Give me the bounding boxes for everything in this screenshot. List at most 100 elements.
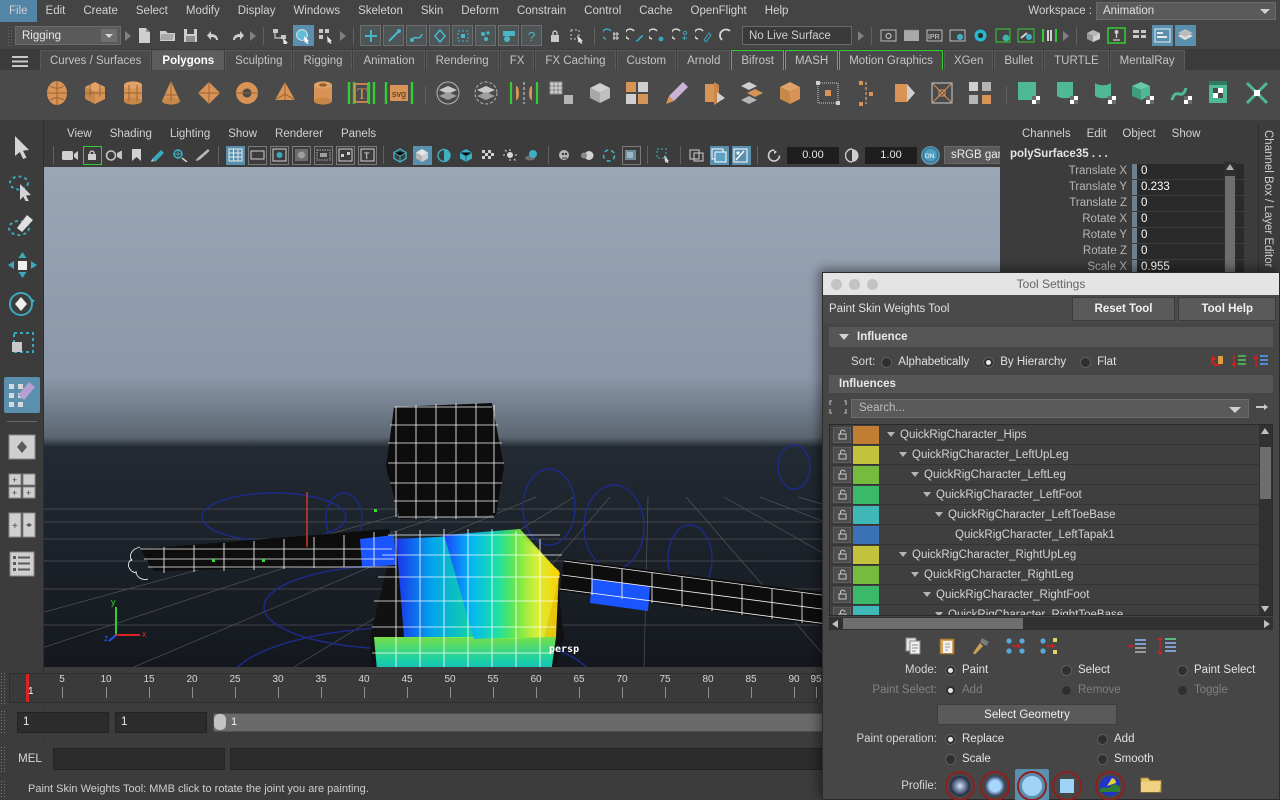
xray-active-components-icon[interactable] bbox=[731, 145, 751, 165]
snap-to-curve-icon[interactable] bbox=[624, 25, 645, 46]
shelf-tab-motion-graphics[interactable]: Motion Graphics bbox=[839, 50, 943, 70]
bookmark-icon[interactable] bbox=[127, 146, 146, 165]
profile-gaussian-icon[interactable] bbox=[945, 771, 975, 800]
shelf-menu-icon[interactable] bbox=[12, 55, 28, 71]
outliner-icon[interactable] bbox=[1083, 25, 1104, 46]
expand-arrow-icon[interactable] bbox=[899, 552, 907, 557]
sort-option-alphabetically[interactable]: Alphabetically bbox=[881, 356, 969, 368]
screen-space-ao-icon[interactable] bbox=[556, 146, 575, 165]
paste-weights-icon[interactable] bbox=[938, 637, 957, 658]
influence-row[interactable]: QuickRigCharacter_RightLeg bbox=[830, 565, 1259, 585]
film-gate-display-icon[interactable] bbox=[313, 145, 333, 165]
menu-deform[interactable]: Deform bbox=[452, 0, 508, 22]
poly-separate-icon[interactable] bbox=[471, 78, 505, 112]
poly-append-icon[interactable] bbox=[813, 78, 847, 112]
move-weights-to-influence-icon[interactable] bbox=[1005, 637, 1025, 658]
scroll-left-arrow-icon[interactable] bbox=[832, 620, 838, 628]
influence-row[interactable]: QuickRigCharacter_RightToeBase bbox=[830, 605, 1259, 615]
influence-color-swatch[interactable] bbox=[853, 505, 879, 524]
sort-option-by-hierarchy[interactable]: By Hierarchy bbox=[983, 356, 1066, 368]
search-filter-icon[interactable] bbox=[1255, 401, 1269, 416]
menu-file[interactable]: File bbox=[0, 0, 37, 22]
influence-row[interactable]: QuickRigCharacter_LeftToeBase bbox=[830, 505, 1259, 525]
poly-cone-icon[interactable] bbox=[156, 78, 190, 112]
channel-menu-show[interactable]: Show bbox=[1164, 128, 1209, 140]
image-plane-icon[interactable] bbox=[149, 146, 168, 165]
shelf-tab-animation[interactable]: Animation bbox=[353, 50, 425, 70]
light-editor-icon[interactable] bbox=[1016, 25, 1037, 46]
influence-row[interactable]: QuickRigCharacter_LeftFoot bbox=[830, 485, 1259, 505]
resolution-gate-icon[interactable] bbox=[269, 145, 289, 165]
influence-color-swatch[interactable] bbox=[853, 605, 879, 615]
shelf-tab-rigging[interactable]: Rigging bbox=[293, 50, 353, 70]
influence-section-header[interactable]: Influence bbox=[829, 327, 1273, 347]
menu-control[interactable]: Control bbox=[575, 0, 630, 22]
gamma-value-field[interactable]: 1.00 bbox=[865, 146, 917, 164]
expand-arrow-icon[interactable] bbox=[935, 612, 943, 615]
shelf-tab-bullet[interactable]: Bullet bbox=[994, 50, 1044, 70]
scrollbar-thumb[interactable] bbox=[1260, 447, 1271, 499]
scrollbar-thumb[interactable] bbox=[843, 618, 1023, 629]
workspace-dropdown[interactable]: Animation bbox=[1096, 2, 1276, 20]
render-setup-icon[interactable] bbox=[993, 25, 1014, 46]
toolbar-collapse-arrow-3[interactable] bbox=[338, 26, 348, 46]
uv-3d-cut-sew-icon[interactable] bbox=[1242, 78, 1276, 112]
poly-cylinder-icon[interactable] bbox=[118, 78, 152, 112]
toolbar-collapse-arrow-2[interactable] bbox=[248, 26, 258, 46]
uv-automatic-icon[interactable] bbox=[1128, 78, 1162, 112]
shelf-tab-curves-surfaces[interactable]: Curves / Surfaces bbox=[40, 50, 152, 70]
scroll-down-arrow-icon[interactable] bbox=[1261, 606, 1269, 612]
expand-arrow-icon[interactable] bbox=[887, 432, 895, 437]
poly-bevel-icon[interactable] bbox=[737, 78, 771, 112]
scroll-up-arrow-icon[interactable] bbox=[1261, 428, 1269, 434]
select-by-hierarchy-icon[interactable] bbox=[270, 25, 291, 46]
snap-to-grid-icon[interactable] bbox=[601, 25, 622, 46]
scrollbar-thumb[interactable] bbox=[1225, 176, 1235, 276]
poly-plane-icon[interactable] bbox=[194, 78, 228, 112]
menu-skeleton[interactable]: Skeleton bbox=[349, 0, 412, 22]
influence-row[interactable]: QuickRigCharacter_LeftTapak1 bbox=[830, 525, 1259, 545]
profile-custom-image-icon[interactable] bbox=[1095, 771, 1125, 800]
shelf-tab-sculpting[interactable]: Sculpting bbox=[225, 50, 293, 70]
shelf-tab-polygons[interactable]: Polygons bbox=[152, 50, 225, 70]
channel-row-rotate-x[interactable]: Rotate X 0 bbox=[1000, 211, 1244, 227]
two-dimensional-pan-zoom-icon[interactable] bbox=[171, 146, 190, 165]
influence-color-swatch[interactable] bbox=[853, 525, 879, 544]
paint-select-option-add[interactable]: Add bbox=[945, 684, 1047, 696]
poly-wedge-icon[interactable] bbox=[889, 78, 923, 112]
viewport-menu-lighting[interactable]: Lighting bbox=[161, 128, 219, 140]
scroll-right-arrow-icon[interactable] bbox=[1264, 620, 1270, 628]
influence-color-swatch[interactable] bbox=[853, 565, 879, 584]
poly-pyramid-icon[interactable] bbox=[270, 78, 304, 112]
show-influence-list-icon[interactable] bbox=[1127, 637, 1147, 658]
menu-edit[interactable]: Edit bbox=[37, 0, 75, 22]
channel-box-toggle-icon[interactable] bbox=[1175, 25, 1196, 46]
menu-windows[interactable]: Windows bbox=[284, 0, 349, 22]
poly-triangulate-icon[interactable] bbox=[623, 78, 657, 112]
radio-button[interactable] bbox=[1061, 684, 1072, 696]
command-input-field[interactable] bbox=[53, 748, 225, 770]
radio-button[interactable] bbox=[945, 684, 956, 696]
influence-color-swatch[interactable] bbox=[853, 485, 879, 504]
wireframe-shading-icon[interactable] bbox=[391, 146, 410, 165]
mode-option-paint-select[interactable]: Paint Select bbox=[1177, 664, 1255, 676]
live-surface-field[interactable]: No Live Surface bbox=[742, 26, 852, 45]
shelf-tab-fx-caching[interactable]: FX Caching bbox=[535, 50, 616, 70]
shelf-tab-bifrost[interactable]: Bifrost bbox=[731, 50, 784, 70]
paint-operation-add[interactable]: Add bbox=[1097, 733, 1134, 745]
lock-influence-icon[interactable] bbox=[833, 486, 851, 503]
gamma-adjust-icon[interactable] bbox=[843, 146, 862, 165]
influence-color-swatch[interactable] bbox=[853, 465, 879, 484]
four-view-layout-icon[interactable]: + + + bbox=[4, 468, 40, 504]
shelf-tab-custom[interactable]: Custom bbox=[616, 50, 677, 70]
menu-skin[interactable]: Skin bbox=[412, 0, 452, 22]
paint-operation-scale[interactable]: Scale bbox=[945, 753, 1083, 765]
command-line-grip[interactable] bbox=[0, 746, 7, 772]
select-geometry-button[interactable]: Select Geometry bbox=[937, 704, 1117, 725]
color-management-toggle-icon[interactable]: ON bbox=[920, 145, 940, 165]
animation-start-time-field[interactable]: 1 bbox=[17, 711, 109, 733]
snap-to-view-planes-icon[interactable] bbox=[693, 25, 714, 46]
influence-row[interactable]: QuickRigCharacter_LeftLeg bbox=[830, 465, 1259, 485]
paint-select-option-remove[interactable]: Remove bbox=[1061, 684, 1163, 696]
viewport-menu-renderer[interactable]: Renderer bbox=[266, 128, 332, 140]
